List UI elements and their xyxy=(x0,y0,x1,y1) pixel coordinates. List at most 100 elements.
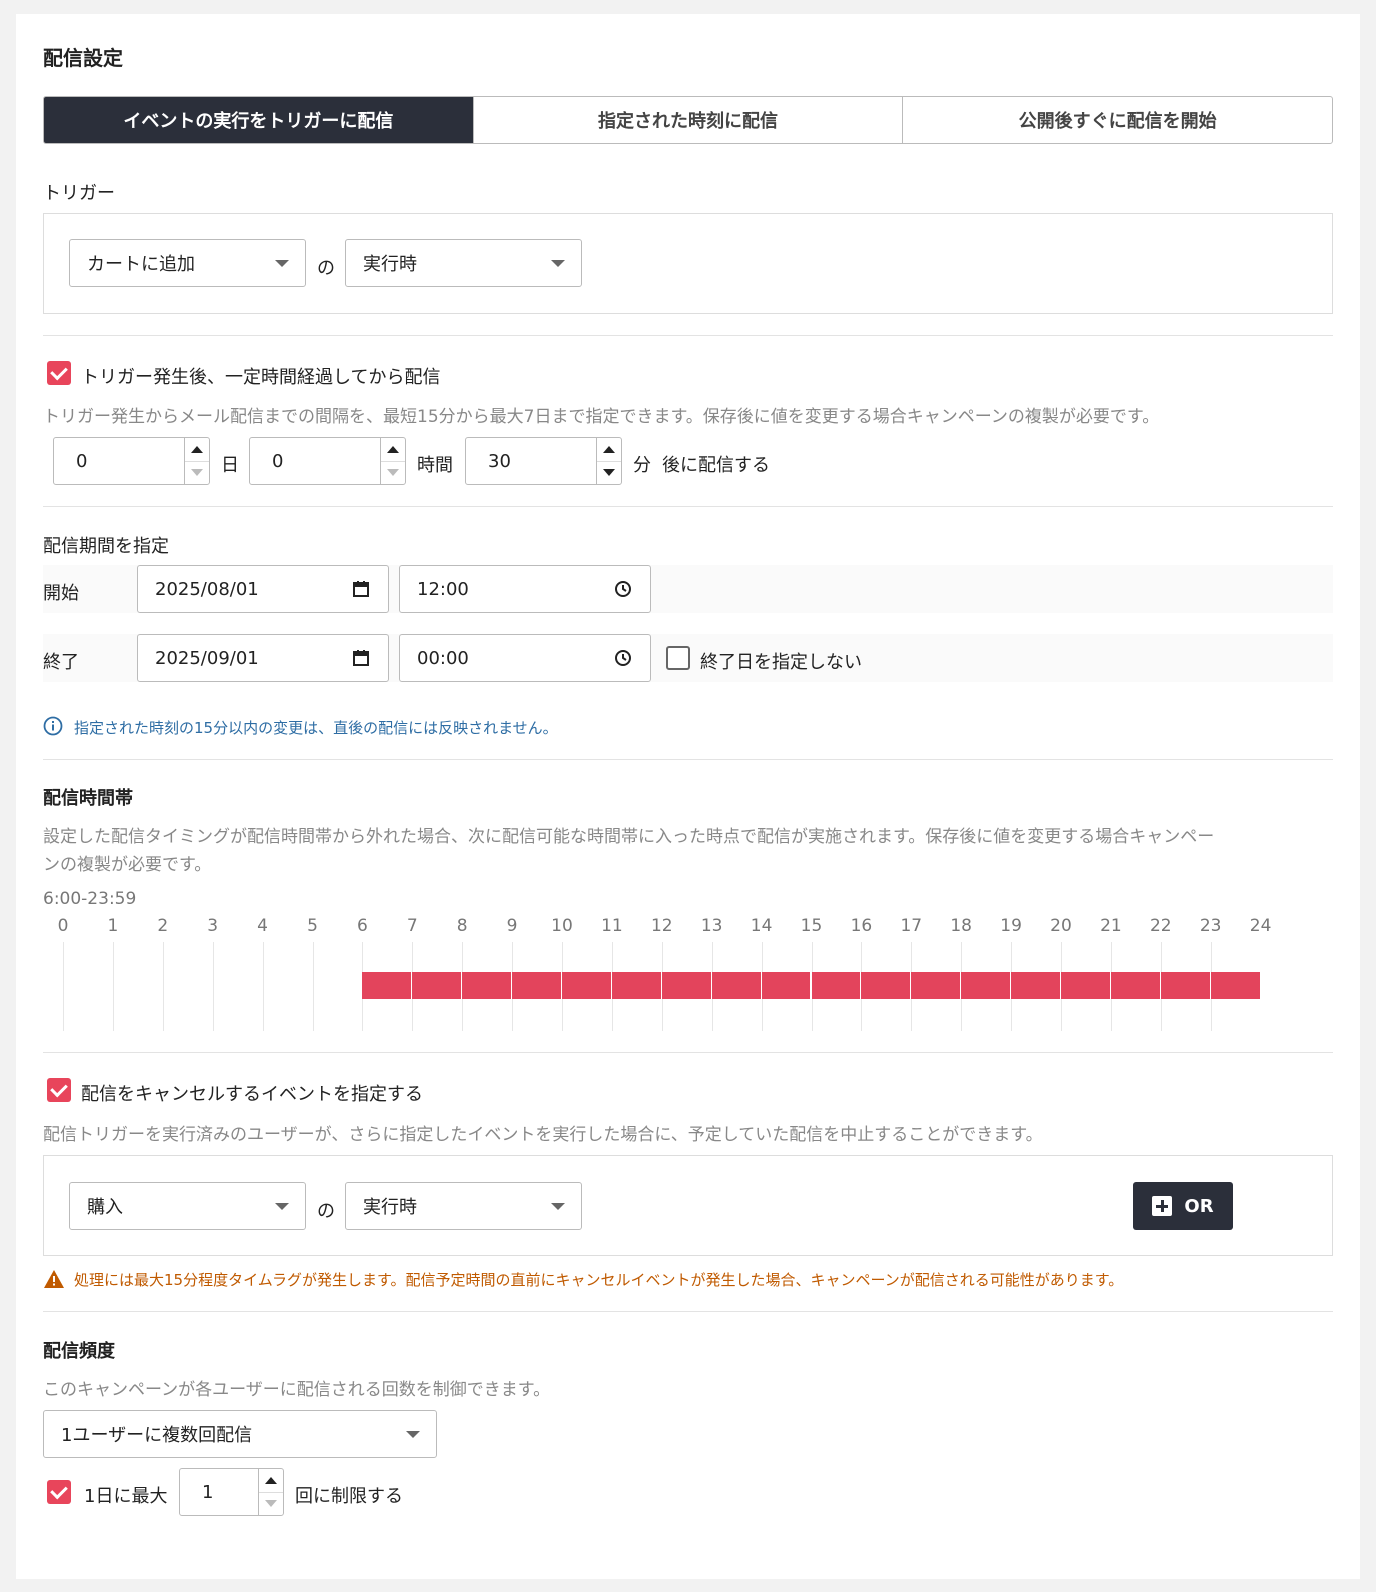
hour-gridline xyxy=(512,942,514,1031)
chevron-down-icon xyxy=(275,1203,289,1210)
cancel-event-value: 購入 xyxy=(87,1197,123,1218)
decrement-icon[interactable] xyxy=(185,461,209,484)
period-heading: 配信期間を指定 xyxy=(43,536,169,557)
decrement-icon[interactable] xyxy=(381,461,405,484)
decrement-icon[interactable] xyxy=(597,461,621,484)
cancel-action-select[interactable]: 実行時 xyxy=(345,1182,582,1230)
active-hour-block[interactable] xyxy=(512,972,561,999)
trigger-action-select[interactable]: 実行時 xyxy=(345,239,582,287)
end-date-input[interactable]: 2025/09/01 xyxy=(137,634,389,682)
cancel-connector: の xyxy=(317,1201,335,1222)
no-end-date-checkbox[interactable] xyxy=(666,646,690,670)
delay-hours-unit: 時間 xyxy=(417,455,453,476)
cancel-event-checkbox[interactable] xyxy=(47,1078,71,1102)
active-hour-block[interactable] xyxy=(861,972,911,999)
hour-gridline xyxy=(911,942,913,1031)
hour-gridline xyxy=(1061,942,1062,1031)
active-hour-block[interactable] xyxy=(462,972,512,999)
decrement-icon[interactable] xyxy=(259,1492,283,1515)
daily-limit-stepper[interactable]: 1 xyxy=(179,1468,284,1516)
active-hour-block[interactable] xyxy=(1061,972,1110,999)
hour-gridline xyxy=(262,942,264,1031)
cancel-event-select[interactable]: 購入 xyxy=(69,1182,306,1230)
plus-icon xyxy=(1152,1196,1173,1216)
tab-immediately[interactable]: 公開後すぐに配信を開始 xyxy=(902,97,1332,143)
increment-icon[interactable] xyxy=(259,1469,283,1493)
delay-description: トリガー発生からメール配信までの間隔を、最短15分から最大7日まで指定できます。… xyxy=(43,407,1160,427)
hour-tick-label: 22 xyxy=(1149,916,1172,936)
delay-checkbox[interactable] xyxy=(47,361,71,385)
hour-gridline xyxy=(462,942,464,1031)
increment-icon[interactable] xyxy=(381,438,405,462)
start-date-input[interactable]: 2025/08/01 xyxy=(137,565,389,613)
delay-days-stepper[interactable]: 0 xyxy=(53,437,210,485)
delay-suffix: 後に配信する xyxy=(662,455,770,476)
hour-tick-label: 16 xyxy=(850,916,873,936)
increment-icon[interactable] xyxy=(597,438,621,462)
hour-gridline xyxy=(861,942,863,1031)
hour-gridline xyxy=(611,942,613,1031)
tab-event-trigger[interactable]: イベントの実行をトリガーに配信 xyxy=(44,97,473,143)
hour-gridline xyxy=(212,942,214,1031)
active-hour-block[interactable] xyxy=(362,972,412,999)
hour-tick-label: 21 xyxy=(1100,916,1122,936)
hour-tick-label: 13 xyxy=(700,916,723,936)
hour-tick-label: 19 xyxy=(1000,916,1022,936)
active-hour-block[interactable] xyxy=(1160,972,1210,999)
active-hour-block[interactable] xyxy=(1110,972,1160,999)
active-hour-block[interactable] xyxy=(1210,972,1260,999)
frequency-select[interactable]: 1ユーザーに複数回配信 xyxy=(43,1410,437,1458)
hour-tick-label: 9 xyxy=(506,916,518,936)
active-hour-block[interactable] xyxy=(811,972,861,999)
no-end-date-label: 終了日を指定しない xyxy=(700,652,862,673)
delay-minutes-stepper[interactable]: 30 xyxy=(465,437,622,485)
hour-tick-label: 15 xyxy=(800,916,823,936)
delivery-settings-card: 配信設定 イベントの実行をトリガーに配信 指定された時刻に配信 公開後すぐに配信… xyxy=(16,14,1360,1579)
calendar-icon[interactable] xyxy=(352,649,370,667)
frequency-heading: 配信頻度 xyxy=(43,1341,115,1362)
active-hour-block[interactable] xyxy=(711,972,761,999)
end-time-input[interactable]: 00:00 xyxy=(399,634,651,682)
hour-tick-label: 18 xyxy=(950,916,972,936)
active-hour-block[interactable] xyxy=(661,972,711,999)
active-hour-block[interactable] xyxy=(611,972,661,999)
hour-tick-label: 24 xyxy=(1249,916,1272,936)
hour-tick-label: 6 xyxy=(356,916,368,936)
clock-icon[interactable] xyxy=(614,649,632,667)
or-button-label: OR xyxy=(1184,1195,1214,1217)
hour-gridline xyxy=(1110,942,1112,1031)
active-hour-block[interactable] xyxy=(1011,972,1060,999)
increment-icon[interactable] xyxy=(185,438,209,462)
trigger-action-value: 実行時 xyxy=(363,254,417,275)
hour-gridline xyxy=(1160,942,1162,1031)
calendar-icon[interactable] xyxy=(352,580,370,598)
cancel-description: 配信トリガーを実行済みのユーザーが、さらに指定したイベントを実行した場合に、予定… xyxy=(43,1125,1043,1145)
active-hour-block[interactable] xyxy=(911,972,961,999)
time-window-description-1: 設定した配信タイミングが配信時間帯から外れた場合、次に配信可能な時間帯に入った時… xyxy=(43,827,1215,847)
hour-tick-label: 20 xyxy=(1050,916,1072,936)
clock-icon[interactable] xyxy=(614,580,632,598)
cancel-action-value: 実行時 xyxy=(363,1197,417,1218)
hour-tick-label: 0 xyxy=(57,916,69,936)
cancel-event-label: 配信をキャンセルするイベントを指定する xyxy=(81,1084,423,1105)
page-title: 配信設定 xyxy=(43,46,123,70)
start-date-value: 2025/08/01 xyxy=(155,578,259,600)
start-label: 開始 xyxy=(43,583,79,604)
active-hour-block[interactable] xyxy=(761,972,811,999)
active-hour-block[interactable] xyxy=(562,972,611,999)
hour-gridline xyxy=(961,942,963,1031)
hour-gridline xyxy=(562,942,563,1031)
time-window-heading: 配信時間帯 xyxy=(43,788,133,809)
start-time-input[interactable]: 12:00 xyxy=(399,565,651,613)
active-hour-block[interactable] xyxy=(961,972,1011,999)
trigger-event-select[interactable]: カートに追加 xyxy=(69,239,306,287)
delay-hours-stepper[interactable]: 0 xyxy=(249,437,406,485)
daily-limit-checkbox[interactable] xyxy=(47,1480,71,1504)
add-or-condition-button[interactable]: OR xyxy=(1133,1182,1233,1230)
trigger-heading: トリガー xyxy=(43,183,115,204)
hour-gridline xyxy=(1011,942,1013,1031)
tab-scheduled-time[interactable]: 指定された時刻に配信 xyxy=(472,97,903,143)
hour-tick-label: 23 xyxy=(1199,916,1222,936)
active-hour-block[interactable] xyxy=(412,972,462,999)
warning-icon xyxy=(44,1270,64,1288)
